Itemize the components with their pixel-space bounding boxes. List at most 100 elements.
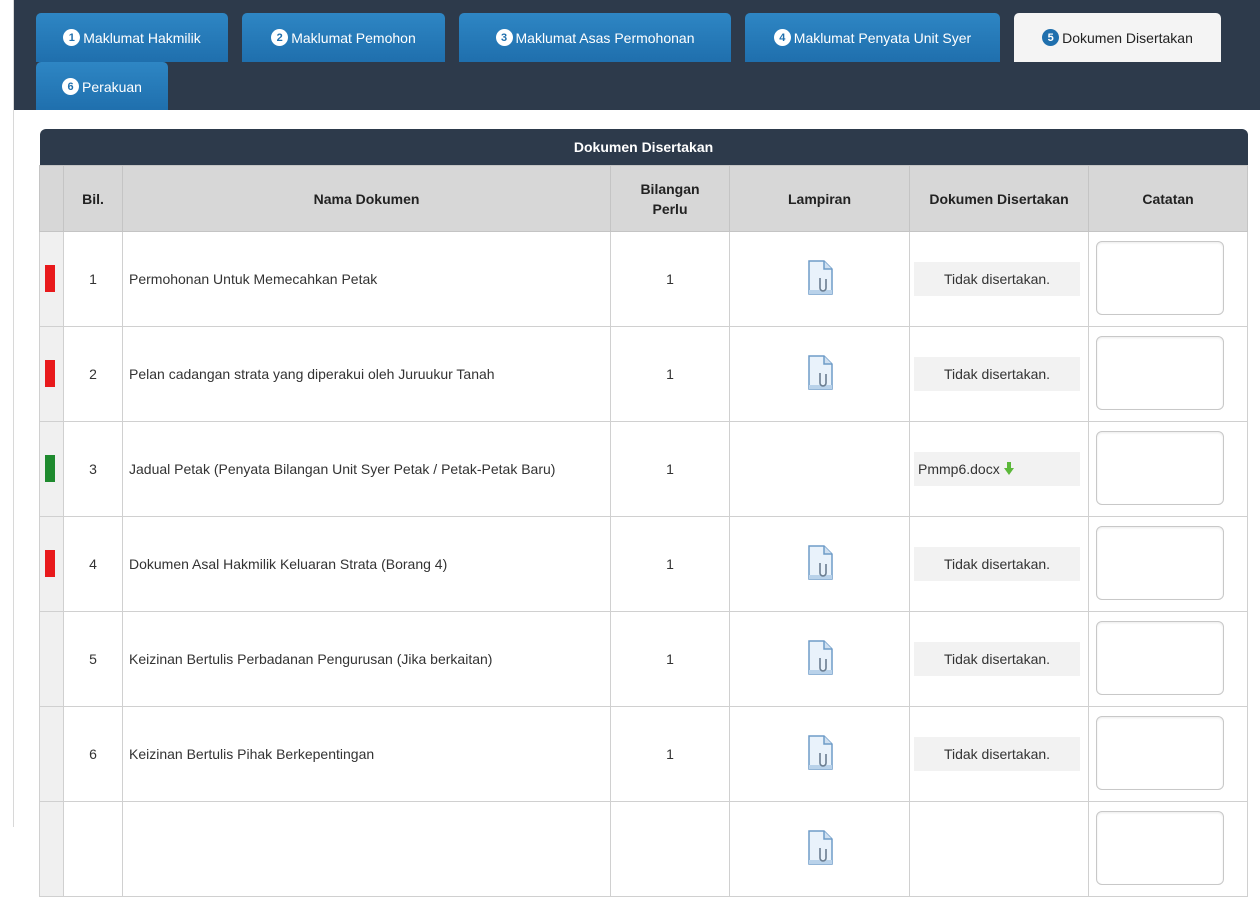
header-bil: Bil.	[63, 165, 123, 232]
table-row: 4 Dokumen Asal Hakmilik Keluaran Strata (…	[39, 516, 1249, 612]
status-indicator-bar	[45, 265, 55, 292]
catatan-input[interactable]	[1096, 240, 1224, 315]
tab-maklumat-penyata-unit-syer[interactable]: 4 Maklumat Penyata Unit Syer	[745, 13, 1000, 62]
header-nama-dokumen: Nama Dokumen	[122, 165, 611, 232]
cell-bilangan-perlu: 1	[610, 516, 730, 612]
cell-nama-dokumen	[122, 801, 611, 897]
cell-lampiran	[729, 516, 910, 612]
cell-lampiran	[729, 706, 910, 802]
table-row: 5 Keizinan Bertulis Perbadanan Pengurusan…	[39, 611, 1249, 707]
tab-label: Maklumat Penyata Unit Syer	[793, 29, 972, 46]
tab-maklumat-asas-permohonan[interactable]: 3 Maklumat Asas Permohonan	[459, 13, 731, 62]
catatan-input[interactable]	[1096, 430, 1224, 505]
table-row: 6 Keizinan Bertulis Pihak Berkepentingan 1…	[39, 706, 1249, 802]
cell-bil: 5	[63, 611, 123, 707]
status-text-box: Tidak disertakan.	[914, 737, 1080, 771]
cell-lampiran	[729, 611, 910, 707]
tab-dokumen-disertakan[interactable]: 5 Dokumen Disertakan	[1014, 13, 1221, 62]
cell-bil: 3	[63, 421, 123, 517]
cell-dokumen-disertakan: Pmmp6.docx	[909, 421, 1089, 517]
status-indicator-cell	[39, 516, 64, 612]
cell-dokumen-disertakan	[909, 801, 1089, 897]
catatan-input[interactable]	[1096, 525, 1224, 600]
cell-bilangan-perlu: 1	[610, 326, 730, 422]
status-indicator-cell	[39, 326, 64, 422]
tab-number-badge: 1	[63, 29, 81, 46]
cell-lampiran	[729, 801, 910, 897]
table-title: Dokumen Disertakan	[39, 129, 1248, 166]
tab-number-badge: 4	[773, 29, 791, 46]
status-text: Tidak disertakan.	[943, 651, 1051, 667]
attach-file-icon[interactable]	[806, 259, 834, 296]
cell-dokumen-disertakan: Tidak disertakan.	[909, 516, 1089, 612]
cell-bil: 1	[63, 231, 123, 327]
catatan-input[interactable]	[1096, 810, 1224, 885]
cell-catatan	[1087, 611, 1249, 707]
attach-file-icon[interactable]	[806, 829, 834, 866]
catatan-input[interactable]	[1096, 620, 1224, 695]
cell-bil	[63, 801, 123, 897]
status-indicator-cell	[39, 421, 64, 517]
header-bilangan-perlu: Bilangan Perlu	[610, 165, 730, 232]
download-icon[interactable]	[1003, 462, 1014, 476]
status-indicator-bar	[45, 550, 55, 577]
tab-label: Maklumat Hakmilik	[83, 29, 201, 46]
cell-lampiran	[729, 231, 910, 327]
table-row: 2 Pelan cadangan strata yang diperakui ol…	[39, 326, 1249, 422]
cell-lampiran	[729, 326, 910, 422]
cell-catatan	[1087, 231, 1249, 327]
attach-file-icon[interactable]	[806, 734, 834, 771]
header-catatan: Catatan	[1087, 165, 1249, 232]
tab-maklumat-hakmilik[interactable]: 1 Maklumat Hakmilik	[36, 13, 228, 62]
tab-number-badge: 2	[271, 29, 289, 46]
status-text-box: Tidak disertakan.	[914, 262, 1080, 296]
attached-file[interactable]: Pmmp6.docx	[914, 452, 1080, 486]
cell-bilangan-perlu: 1	[610, 611, 730, 707]
cell-bil: 4	[63, 516, 123, 612]
status-text: Tidak disertakan.	[943, 366, 1051, 382]
cell-lampiran	[729, 421, 910, 517]
tab-perakuan[interactable]: 6 Perakuan	[36, 62, 168, 111]
header-lampiran: Lampiran	[729, 165, 910, 232]
status-indicator-bar	[45, 455, 55, 482]
cell-nama-dokumen: Keizinan Bertulis Pihak Berkepentingan	[122, 706, 611, 802]
cell-bilangan-perlu: 1	[610, 421, 730, 517]
header-bilangan-perlu-label: Bilangan Perlu	[640, 180, 700, 217]
documents-table: Dokumen Disertakan Bil. Nama Dokumen Bil…	[39, 129, 1249, 897]
status-text-box: Tidak disertakan.	[914, 547, 1080, 581]
application-frame: 1 Maklumat Hakmilik 2 Maklumat Pemohon 3 Makl…	[13, 0, 1260, 897]
attach-file-icon[interactable]	[806, 639, 834, 676]
status-indicator-cell	[39, 611, 64, 707]
attach-file-icon[interactable]	[806, 544, 834, 581]
status-text-box: Tidak disertakan.	[914, 357, 1080, 391]
tab-label: Perakuan	[82, 78, 142, 95]
cell-bilangan-perlu	[610, 801, 730, 897]
tab-number-badge: 3	[495, 29, 513, 46]
tab-maklumat-pemohon[interactable]: 2 Maklumat Pemohon	[242, 13, 445, 62]
table-row	[39, 801, 1249, 897]
status-indicator-cell	[39, 231, 64, 327]
attached-file-name[interactable]: Pmmp6.docx	[918, 461, 1000, 477]
table-row: 3 Jadual Petak (Penyata Bilangan Unit Sye…	[39, 421, 1249, 517]
attach-file-icon[interactable]	[806, 354, 834, 391]
cell-bilangan-perlu: 1	[610, 231, 730, 327]
cell-nama-dokumen: Dokumen Asal Hakmilik Keluaran Strata (B…	[122, 516, 611, 612]
catatan-input[interactable]	[1096, 715, 1224, 790]
status-text: Tidak disertakan.	[943, 556, 1051, 572]
cell-catatan	[1087, 516, 1249, 612]
status-text: Tidak disertakan.	[943, 746, 1051, 762]
main-content: Dokumen Disertakan Bil. Nama Dokumen Bil…	[14, 110, 1260, 897]
catatan-input[interactable]	[1096, 335, 1224, 410]
cell-catatan	[1087, 801, 1249, 897]
cell-dokumen-disertakan: Tidak disertakan.	[909, 706, 1089, 802]
cell-nama-dokumen: Jadual Petak (Penyata Bilangan Unit Syer…	[122, 421, 611, 517]
header-indicator	[39, 165, 64, 232]
cell-catatan	[1087, 421, 1249, 517]
cell-bil: 6	[63, 706, 123, 802]
status-indicator-cell	[39, 706, 64, 802]
status-text: Tidak disertakan.	[943, 271, 1051, 287]
cell-nama-dokumen: Pelan cadangan strata yang diperakui ole…	[122, 326, 611, 422]
tab-label: Maklumat Pemohon	[291, 29, 416, 46]
table-row: 1 Permohonan Untuk Memecahkan Petak 1 Tidak…	[39, 231, 1249, 327]
tab-label: Maklumat Asas Permohonan	[515, 29, 695, 46]
